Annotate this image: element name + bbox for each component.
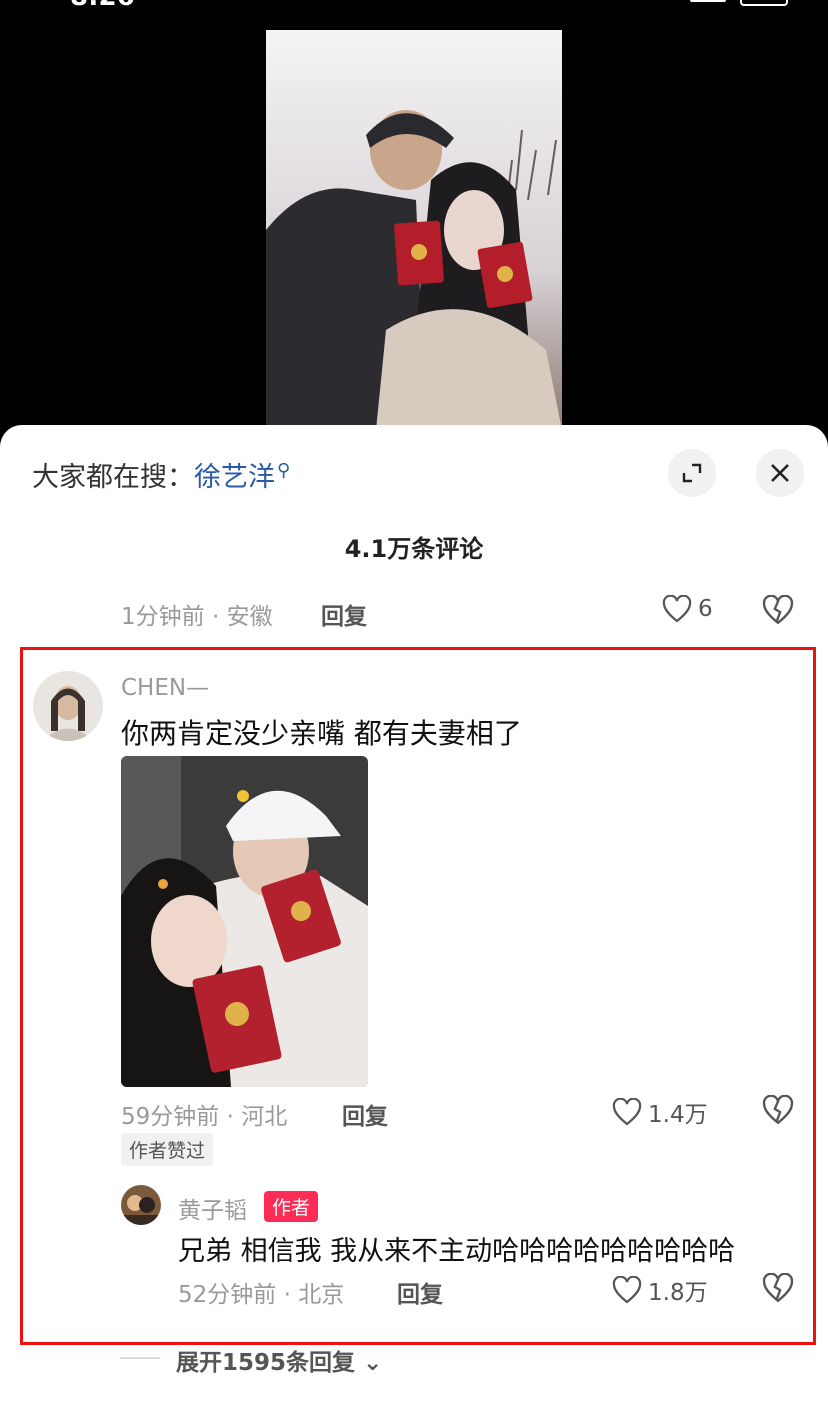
reply-reply-button[interactable]: 回复	[397, 1275, 443, 1309]
expand-icon	[682, 463, 702, 483]
status-bar: 8:26	[0, 0, 828, 12]
comments-sheet: 大家都在搜：徐艺洋 ⚲ 4.1万条评论 1分钟前 · 安徽 回复 6 CHEN— …	[0, 425, 828, 1415]
comment-like-button[interactable]: 1.4万	[612, 1095, 708, 1129]
close-button[interactable]	[756, 449, 804, 497]
broken-heart-icon	[762, 1272, 794, 1303]
comment-like-count: 1.4万	[648, 1102, 708, 1128]
expand-replies-button[interactable]: 展开1595条回复 ⌄	[176, 1343, 382, 1377]
broken-heart-icon	[762, 594, 794, 625]
reply-text: 兄弟 相信我 我从来不主动哈哈哈哈哈哈哈哈哈	[178, 1236, 736, 1267]
avatar[interactable]	[33, 671, 103, 741]
author-tag: 作者	[264, 1191, 319, 1222]
comment-text: 你两肯定没少亲嘴 都有夫妻相了	[121, 717, 522, 750]
reply-like-count: 1.8万	[648, 1280, 708, 1306]
author-liked-badge: 作者赞过	[121, 1133, 214, 1166]
chevron-down-icon: ⌄	[355, 1350, 383, 1376]
search-suggestion[interactable]: 大家都在搜：徐艺洋 ⚲	[32, 455, 290, 494]
prev-like-count: 6	[698, 596, 713, 622]
reply-avatar-image	[121, 1185, 161, 1225]
search-icon: ⚲	[277, 460, 291, 481]
comment-username[interactable]: CHEN—	[121, 675, 209, 701]
battery-icon	[740, 0, 788, 6]
expand-button[interactable]	[668, 449, 716, 497]
heart-icon	[612, 1098, 642, 1126]
status-icons	[690, 0, 788, 6]
video-frame	[266, 30, 562, 430]
search-term-link[interactable]: 徐艺洋	[194, 462, 275, 493]
comment-dislike-button[interactable]	[762, 1094, 794, 1129]
status-time: 8:26	[70, 0, 135, 12]
reply-username[interactable]: 黄子韬	[178, 1191, 247, 1225]
reply-dislike-button[interactable]	[762, 1272, 794, 1307]
signal-icon	[690, 0, 726, 2]
reply-like-button[interactable]: 1.8万	[612, 1273, 708, 1307]
avatar-image	[33, 671, 103, 741]
reply-avatar[interactable]	[121, 1185, 161, 1225]
broken-heart-icon	[762, 1094, 794, 1125]
prev-dislike-button[interactable]	[762, 594, 794, 629]
divider-line	[120, 1357, 160, 1359]
comment-count: 4.1万条评论	[344, 535, 484, 563]
heart-icon	[662, 595, 692, 623]
comment-photo	[121, 756, 368, 1087]
search-prefix: 大家都在搜：	[32, 462, 194, 493]
heart-icon	[612, 1276, 642, 1304]
comment-image[interactable]	[121, 756, 368, 1087]
prev-reply-button[interactable]: 回复	[321, 597, 367, 631]
close-icon	[771, 464, 789, 482]
reply-meta: 52分钟前 · 北京	[178, 1282, 345, 1308]
expand-replies-label: 展开1595条回复	[176, 1350, 356, 1376]
video-player[interactable]	[266, 30, 562, 430]
prev-comment-meta: 1分钟前 · 安徽	[121, 604, 273, 630]
comment-meta: 59分钟前 · 河北	[121, 1104, 288, 1130]
prev-like-button[interactable]: 6	[662, 595, 713, 623]
comment-reply-button[interactable]: 回复	[342, 1097, 388, 1131]
